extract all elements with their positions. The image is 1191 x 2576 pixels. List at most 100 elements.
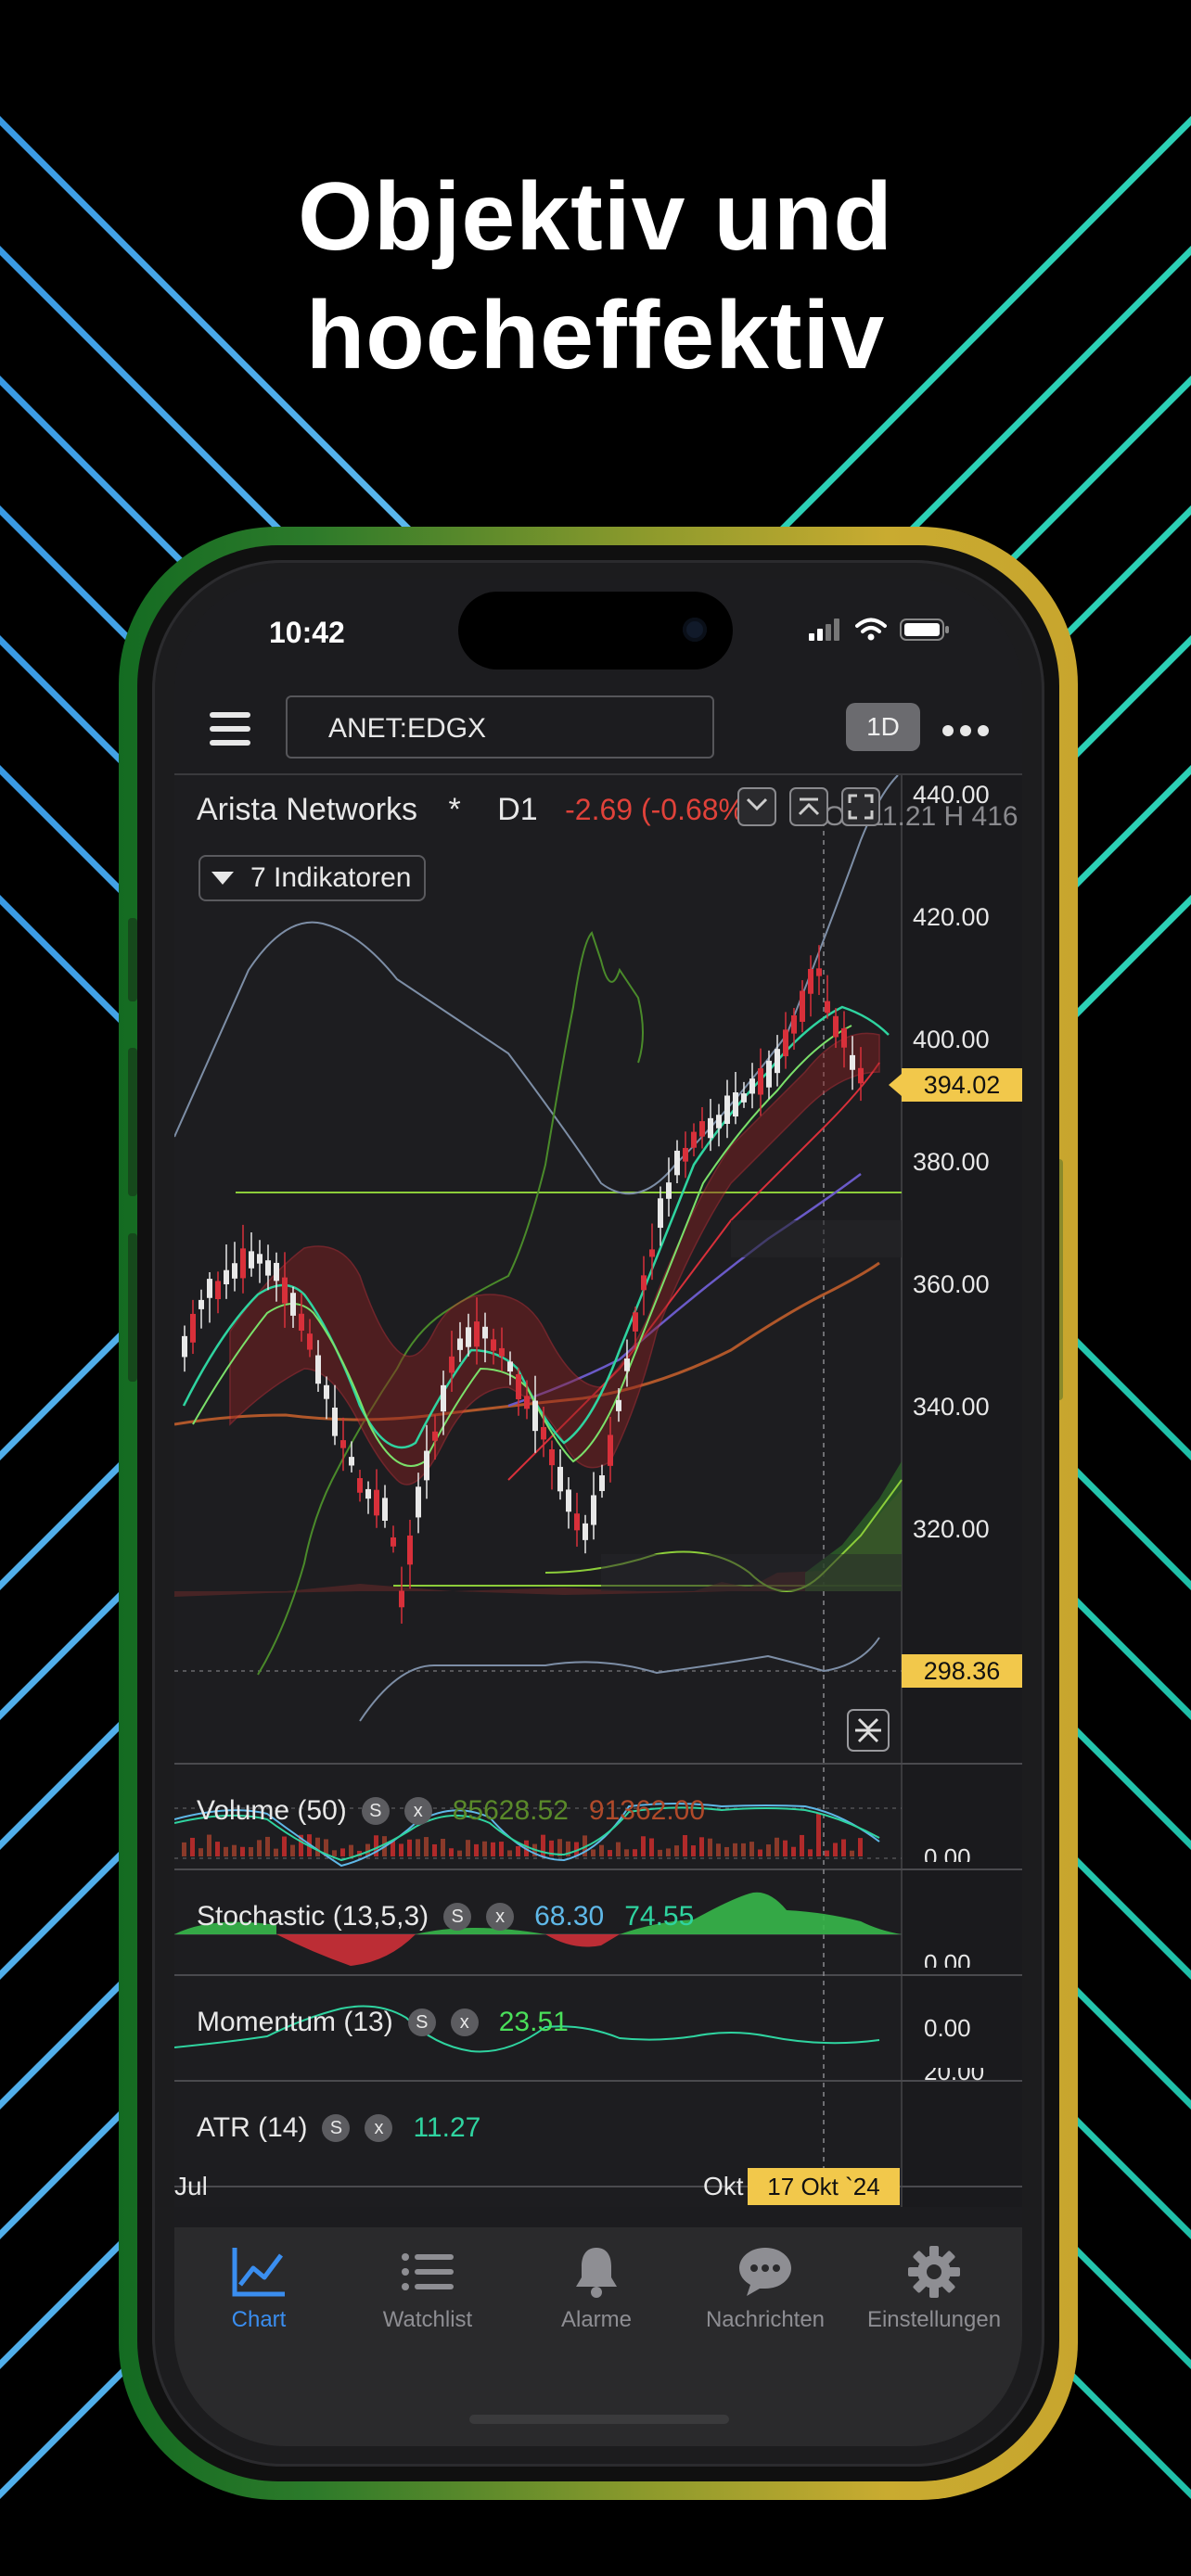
volume-bar: [858, 1838, 863, 1856]
volume-bar: [507, 1850, 512, 1856]
chart-canvas[interactable]: [174, 775, 1022, 2207]
volume-bar: [215, 1842, 220, 1856]
candle-body: [649, 1249, 655, 1257]
volume-bar: [775, 1837, 779, 1856]
candle-body: [833, 1015, 839, 1038]
volume-bar: [516, 1845, 520, 1856]
volume-bar: [808, 1849, 813, 1856]
price-tick: 320.00: [913, 1515, 990, 1543]
current-price: 394.02: [902, 1068, 1022, 1102]
remove-x-icon[interactable]: x: [365, 2114, 393, 2142]
volume-bar: [633, 1849, 637, 1856]
atr-axis: 20.00: [924, 2068, 985, 2085]
tab-nachrichten[interactable]: Nachrichten: [681, 2244, 850, 2333]
candle-body: [608, 1435, 613, 1466]
wifi-icon: [855, 618, 887, 641]
atr-title: ATR (14): [197, 2112, 308, 2143]
bollinger-upper: [174, 775, 899, 1195]
volume-bar: [616, 1842, 621, 1856]
candle-body: [858, 1067, 864, 1084]
candle-body: [324, 1384, 329, 1399]
candle-body: [432, 1431, 438, 1441]
battery-icon: [900, 618, 949, 641]
candle-body: [207, 1279, 212, 1298]
autoscale-icon[interactable]: [846, 1708, 890, 1753]
camera-icon: [683, 618, 707, 642]
stochastic-value-2: 74.55: [624, 1901, 695, 1932]
remove-x-icon[interactable]: x: [450, 2009, 479, 2036]
candle-body: [265, 1260, 271, 1276]
price-change: -2.69 (-0.68%): [565, 793, 755, 826]
fullscreen-icon[interactable]: [840, 786, 881, 827]
dropdown-triangle-icon: [211, 872, 234, 885]
candle-body: [691, 1131, 697, 1148]
candle-body: [658, 1198, 663, 1229]
phone-side-button: [128, 1233, 137, 1382]
volume-bar: [449, 1848, 454, 1856]
tab-label: Chart: [231, 2307, 287, 2332]
volume-bar: [850, 1850, 854, 1856]
candle-body: [499, 1347, 505, 1357]
momentum-axis: 0.00: [924, 2014, 971, 2042]
tab-chart[interactable]: Chart: [174, 2244, 343, 2333]
home-indicator: [469, 2415, 729, 2424]
tab-label: Alarme: [560, 2307, 633, 2332]
chart-area[interactable]: Arista Networks * D1 -2.69 (-0.68%) O 41…: [174, 775, 1022, 2207]
candle-body: [224, 1269, 229, 1285]
candle-body: [583, 1523, 588, 1540]
collapse-icon[interactable]: [736, 786, 777, 827]
candle-body: [332, 1407, 338, 1436]
chart-title-row: Arista Networks * D1 -2.69 (-0.68%): [197, 792, 755, 828]
volume-bar: [190, 1837, 195, 1856]
volume-bar: [198, 1848, 203, 1856]
candle-body: [708, 1117, 713, 1139]
timeframe-button[interactable]: 1D: [846, 703, 920, 751]
tab-einstellungen[interactable]: Einstellungen: [850, 2244, 1018, 2333]
candle-body: [516, 1374, 521, 1399]
tab-alarme[interactable]: Alarme: [512, 2244, 681, 2333]
volume-bar: [683, 1835, 687, 1856]
status-time: 10:42: [269, 616, 345, 649]
volume-bar: [825, 1850, 829, 1856]
volume-bar: [499, 1842, 504, 1856]
symbol-search-input[interactable]: ANET:EDGX: [286, 695, 714, 759]
volume-bar: [749, 1842, 754, 1856]
volume-bar: [741, 1843, 746, 1856]
indicators-button[interactable]: 7 Indikatoren: [198, 855, 427, 901]
settings-s-icon[interactable]: S: [322, 2114, 351, 2142]
candle-body: [591, 1495, 596, 1525]
settings-s-icon[interactable]: S: [407, 2009, 436, 2036]
candle-body: [449, 1356, 455, 1373]
candle-body: [532, 1400, 538, 1432]
remove-x-icon[interactable]: x: [486, 1903, 515, 1931]
cursor-date-tag: 17 Okt `24: [748, 2168, 900, 2205]
candle-body: [683, 1147, 688, 1162]
volume-bar: [733, 1843, 737, 1856]
volume-bar: [766, 1844, 771, 1856]
settings-s-icon[interactable]: S: [361, 1797, 390, 1825]
more-options-icon[interactable]: [942, 725, 989, 736]
volume-bar: [758, 1849, 762, 1856]
volume-bar: [232, 1844, 237, 1856]
remove-x-icon[interactable]: x: [403, 1797, 432, 1825]
speech-bubble-icon: [739, 2248, 791, 2296]
atr-value: 11.27: [413, 2112, 481, 2143]
price-tick: 340.00: [913, 1393, 990, 1421]
candle-body: [524, 1396, 530, 1409]
volume-bar: [315, 1837, 320, 1856]
candle-body: [566, 1489, 571, 1512]
candle-body: [633, 1312, 638, 1332]
x-axis-label-jul: Jul: [174, 2172, 208, 2200]
volume-pane-label: Volume (50) S x 85628.52 91362.00: [197, 1795, 705, 1827]
volume-bar: [224, 1846, 228, 1856]
candle-body: [482, 1326, 488, 1339]
candle-body: [557, 1466, 563, 1492]
candle-body: [850, 1054, 855, 1070]
support-price-tag: 298.36: [902, 1654, 1022, 1688]
tab-watchlist[interactable]: Watchlist: [343, 2244, 512, 2333]
expand-icon[interactable]: [788, 786, 829, 827]
hamburger-menu-icon[interactable]: [210, 712, 250, 746]
candle-body: [290, 1293, 296, 1316]
volume-bar: [332, 1850, 337, 1856]
settings-s-icon[interactable]: S: [443, 1903, 472, 1931]
